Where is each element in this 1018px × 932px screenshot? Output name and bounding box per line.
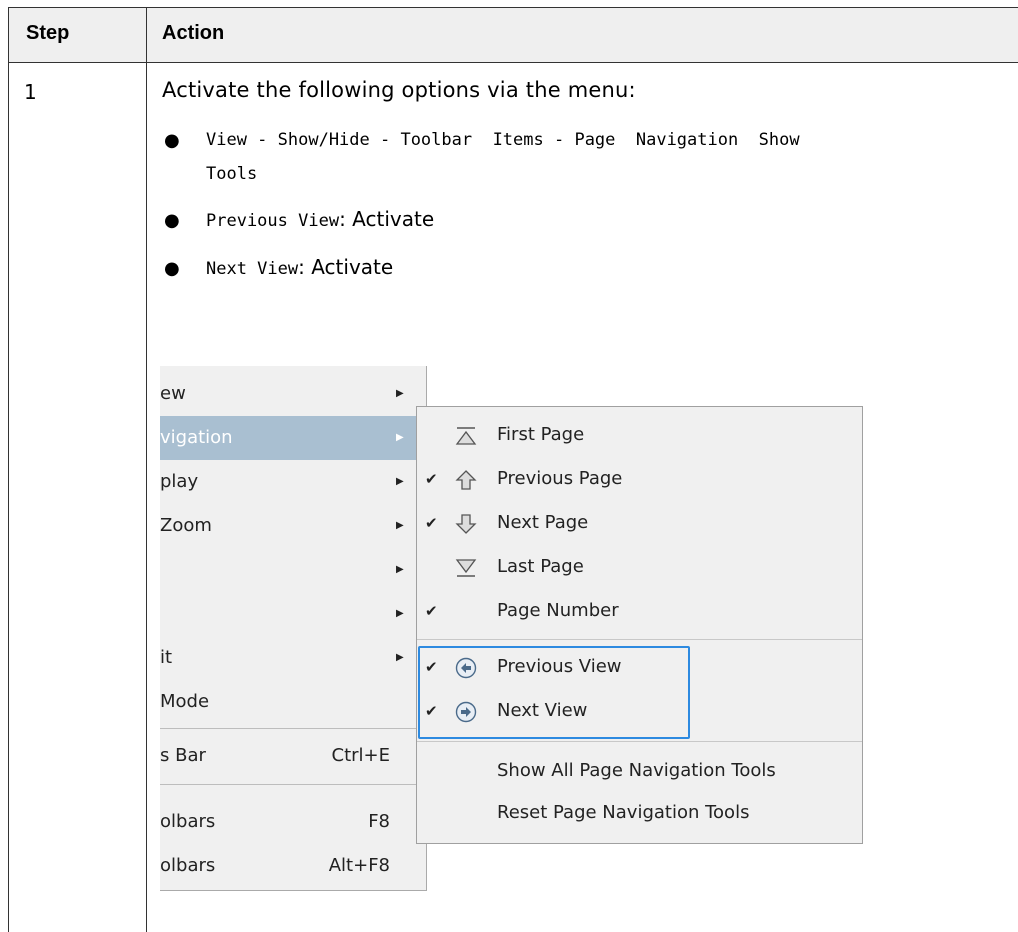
text-activate: : Activate — [298, 255, 394, 279]
submenu-item-previous-page[interactable]: ✔ Previous Page — [417, 457, 862, 501]
menu-item-navigation[interactable]: vigation ▶ — [160, 416, 420, 460]
text-activate: : Activate — [339, 207, 435, 231]
submenu-item-first-page[interactable]: First Page — [417, 413, 862, 457]
chevron-right-icon: ▶ — [396, 564, 404, 575]
submenu-item-show-all[interactable]: Show All Page Navigation Tools — [417, 749, 862, 793]
bullet-menu-path: View - Show/Hide - Toolbar Items - Page … — [206, 130, 800, 150]
check-icon: ✔ — [425, 514, 438, 532]
view-menu: ew ▶ vigation ▶ play ▶ Zoom ▶ ▶ ▶ it ▶ Mode s… — [160, 366, 427, 891]
menu-item-toolbars[interactable]: olbars F8 — [160, 800, 426, 844]
menu-item-mode[interactable]: Mode — [160, 680, 426, 724]
menu-item[interactable]: play ▶ — [160, 460, 426, 504]
code-previous-view: Previous View — [206, 211, 340, 231]
menu-item-bar[interactable]: s Bar Ctrl+E — [160, 734, 426, 778]
submenu-item-page-number[interactable]: ✔ Page Number — [417, 589, 862, 633]
chevron-right-icon: ▶ — [396, 652, 404, 663]
chevron-right-icon: ▶ — [396, 388, 404, 399]
bullet-menu-path-cont: Tools — [206, 164, 258, 184]
table-left-border — [8, 7, 9, 932]
menu-item[interactable]: ▶ — [160, 548, 426, 592]
bullet-previous-view: Previous View: Activate — [206, 207, 434, 231]
submenu-separator — [417, 639, 862, 640]
menu-item[interactable]: it ▶ — [160, 636, 426, 680]
step-number: 1 — [24, 80, 37, 104]
chevron-right-icon: ▶ — [396, 520, 404, 531]
menu-item-zoom[interactable]: Zoom ▶ — [160, 504, 426, 548]
header-step: Step — [26, 22, 70, 44]
bullet-icon: ● — [164, 258, 180, 279]
shortcut-label: Ctrl+E — [331, 745, 390, 766]
last-page-icon — [455, 559, 477, 577]
menu-item-toolbars-alt[interactable]: olbars Alt+F8 — [160, 844, 426, 888]
submenu-item-last-page[interactable]: Last Page — [417, 545, 862, 589]
bullet-next-view: Next View: Activate — [206, 255, 393, 279]
check-icon: ✔ — [425, 470, 438, 488]
page-navigation-submenu: First Page ✔ Previous Page ✔ Next Page L… — [416, 406, 863, 844]
first-page-icon — [455, 427, 477, 445]
check-icon: ✔ — [425, 602, 438, 620]
chevron-right-icon: ▶ — [396, 432, 404, 443]
menu-separator — [160, 728, 426, 729]
submenu-item-next-page[interactable]: ✔ Next Page — [417, 501, 862, 545]
shortcut-label: F8 — [368, 811, 390, 832]
code-next-view: Next View — [206, 259, 299, 279]
header-action: Action — [162, 22, 225, 44]
menu-screenshot: ew ▶ vigation ▶ play ▶ Zoom ▶ ▶ ▶ it ▶ Mode s… — [160, 366, 863, 922]
menu-item[interactable]: ▶ — [160, 592, 426, 636]
menu-separator — [160, 784, 426, 785]
chevron-right-icon: ▶ — [396, 476, 404, 487]
table-header-row — [8, 7, 1018, 63]
step-intro-text: Activate the following options via the m… — [162, 78, 636, 102]
chevron-right-icon: ▶ — [396, 608, 404, 619]
previous-page-icon — [455, 470, 477, 490]
next-page-icon — [455, 514, 477, 534]
bullet-icon: ● — [164, 130, 180, 151]
submenu-item-reset[interactable]: Reset Page Navigation Tools — [417, 791, 862, 835]
table-column-divider — [146, 7, 147, 932]
menu-item[interactable]: ew ▶ — [160, 372, 426, 416]
bullet-icon: ● — [164, 210, 180, 231]
submenu-separator — [417, 741, 862, 742]
shortcut-label: Alt+F8 — [328, 855, 390, 876]
highlight-box — [418, 646, 690, 739]
